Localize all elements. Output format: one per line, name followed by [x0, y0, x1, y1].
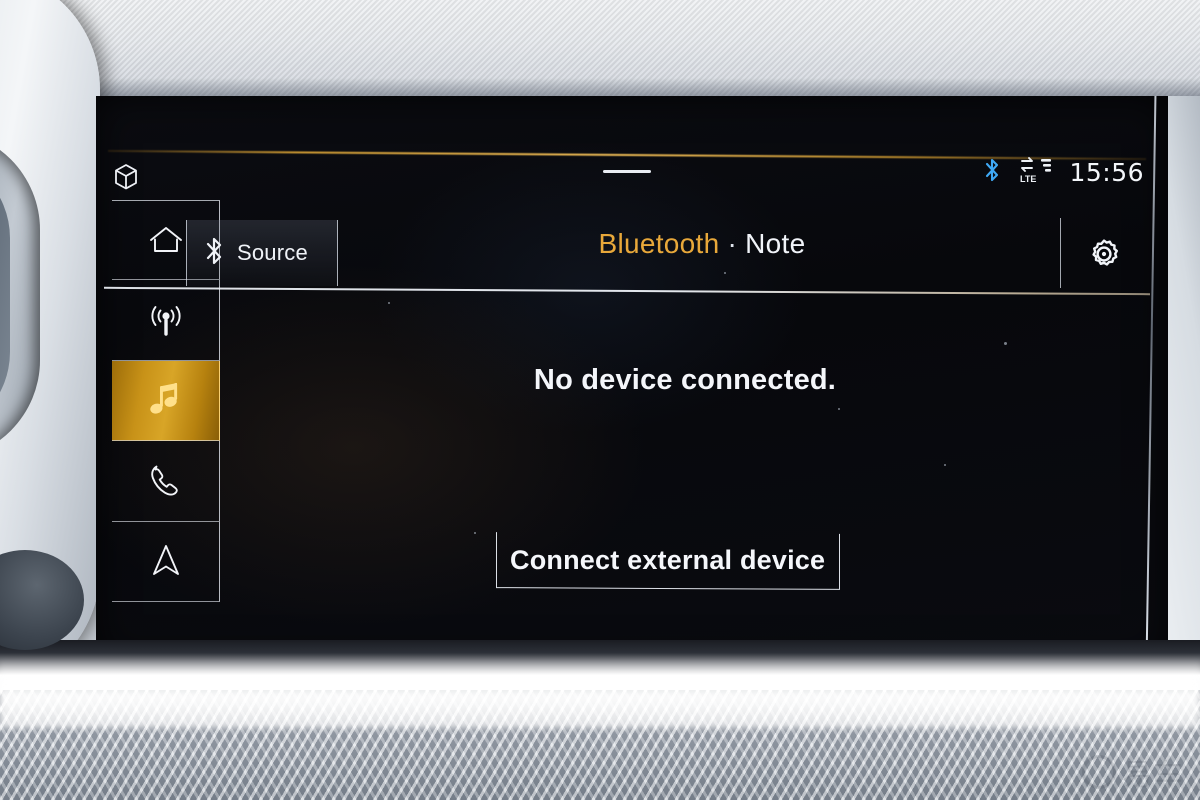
title-source-name: Bluetooth — [598, 228, 720, 259]
dashboard-scene: LTE 15:56 Source Bluetooth · Note No dev… — [0, 0, 1200, 800]
header-divider — [1060, 218, 1062, 288]
sidebar-item-media[interactable] — [112, 360, 220, 442]
sidebar-item-radio[interactable] — [112, 280, 220, 361]
connect-external-device-button[interactable]: Connect external device — [496, 532, 840, 590]
cube-icon[interactable] — [112, 162, 140, 197]
title-separator: · — [727, 228, 738, 259]
watermark-text: 易车 — [1122, 758, 1184, 793]
settings-button[interactable] — [1082, 234, 1126, 278]
status-bar: LTE 15:56 — [104, 144, 1150, 190]
infotainment-display[interactable]: LTE 15:56 Source Bluetooth · Note No dev… — [96, 96, 1168, 662]
phone-icon — [146, 461, 186, 501]
connect-external-device-label: Connect external device — [510, 545, 826, 575]
gear-icon — [1086, 236, 1122, 277]
status-message: No device connected. — [533, 364, 837, 396]
dashboard-bottom-highlight — [0, 658, 1200, 728]
watermark: 易车 — [1082, 750, 1184, 794]
navigation-arrow-icon — [148, 541, 184, 581]
music-note-icon — [148, 381, 184, 419]
source-button[interactable]: Source — [186, 220, 338, 286]
radio-tower-icon — [143, 300, 189, 340]
title-device-name: Note — [745, 228, 806, 259]
status-bar-pull-handle[interactable] — [603, 170, 651, 173]
lte-label: LTE — [1020, 174, 1036, 184]
watermark-ring-icon — [1082, 755, 1116, 789]
bluetooth-icon — [203, 234, 225, 273]
sidebar-item-phone[interactable] — [112, 441, 220, 522]
header-underline — [104, 287, 1150, 296]
lte-signal-icon: LTE — [1017, 156, 1053, 189]
header-bar: Source Bluetooth · Note — [104, 214, 1150, 296]
source-label: Source — [237, 240, 308, 265]
status-indicators: LTE 15:56 — [983, 156, 1144, 189]
clock: 15:56 — [1069, 158, 1144, 187]
bluetooth-icon — [983, 156, 1001, 189]
sidebar-item-navigation[interactable] — [112, 521, 220, 602]
page-title: Bluetooth · Note — [352, 228, 1052, 260]
